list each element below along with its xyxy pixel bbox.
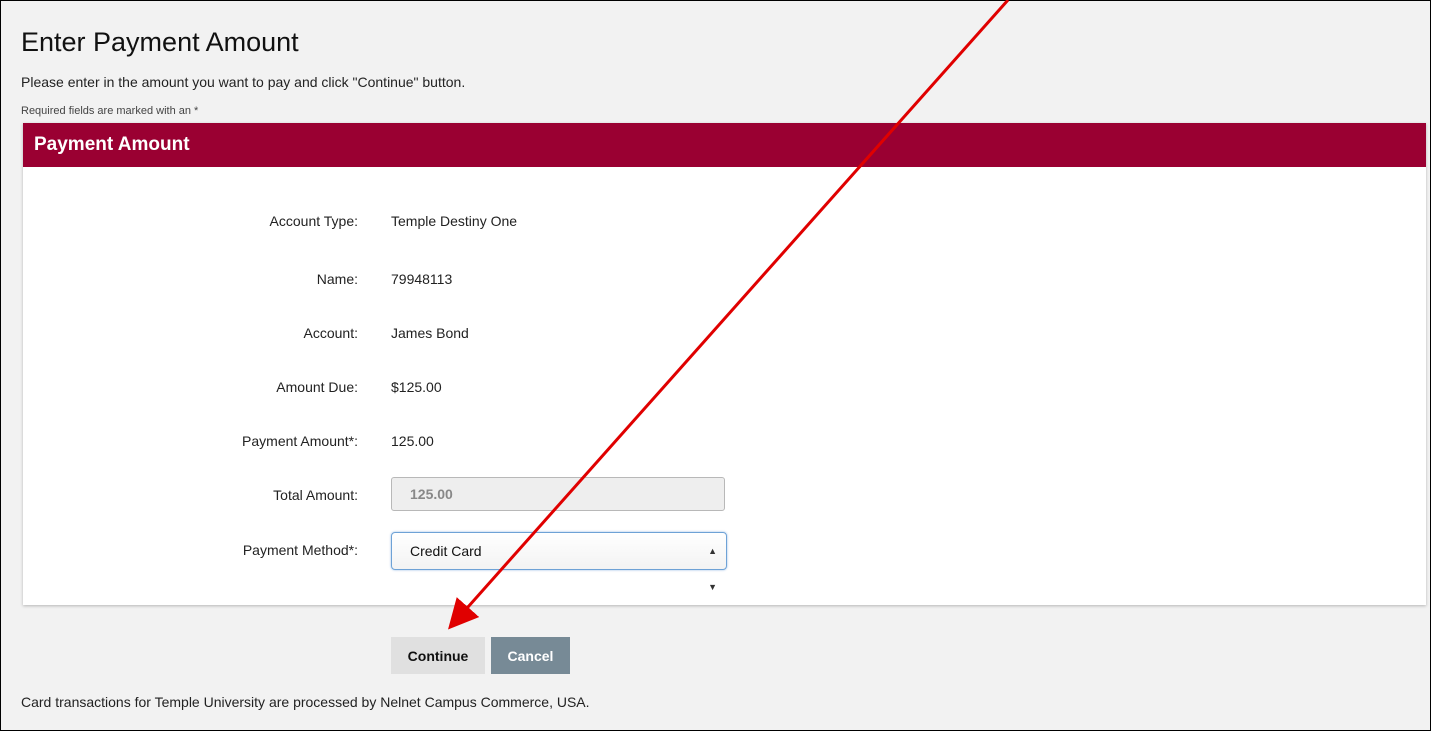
- account-label: Account:: [303, 325, 358, 341]
- payment-method-label: Payment Method*:: [242, 542, 358, 558]
- row-name: Name: 79948113: [23, 259, 923, 299]
- footer-processor-note: Card transactions for Temple University …: [21, 694, 590, 710]
- required-fields-note: Required fields are marked with an *: [21, 105, 199, 117]
- account-type-label: Account Type:: [269, 213, 358, 229]
- payment-method-select[interactable]: Credit Card ▲ ▼: [391, 532, 727, 592]
- row-payment-amount: Payment Amount*: 125.00: [23, 421, 923, 461]
- row-account-type: Account Type: Temple Destiny One: [23, 201, 923, 241]
- page-frame: Enter Payment Amount Please enter in the…: [0, 0, 1431, 731]
- row-payment-method: Payment Method*: Credit Card ▲ ▼: [23, 530, 923, 592]
- amount-due-label: Amount Due:: [276, 379, 358, 395]
- row-amount-due: Amount Due: $125.00: [23, 367, 923, 407]
- panel-header: Payment Amount: [23, 123, 1426, 167]
- payment-amount-value[interactable]: 125.00: [391, 421, 434, 461]
- instructions-text: Please enter in the amount you want to p…: [21, 74, 466, 90]
- account-value: James Bond: [391, 325, 469, 341]
- payment-method-selected: Credit Card: [410, 543, 482, 559]
- total-amount-field: [391, 477, 725, 511]
- name-label: Name:: [316, 271, 358, 287]
- total-amount-label: Total Amount:: [273, 487, 358, 503]
- amount-due-value: $125.00: [391, 379, 442, 395]
- row-account: Account: James Bond: [23, 313, 923, 353]
- account-type-value: Temple Destiny One: [391, 213, 518, 229]
- continue-button[interactable]: Continue: [391, 637, 485, 674]
- select-arrows-icon: ▲ ▼: [708, 546, 717, 592]
- payment-amount-label: Payment Amount*:: [242, 433, 358, 449]
- cancel-button[interactable]: Cancel: [491, 637, 570, 674]
- row-total-amount: Total Amount:: [23, 475, 923, 515]
- name-value: 79948113: [391, 271, 453, 287]
- page-title: Enter Payment Amount: [21, 27, 299, 57]
- payment-amount-panel: Payment Amount Account Type: Temple Dest…: [23, 123, 1426, 605]
